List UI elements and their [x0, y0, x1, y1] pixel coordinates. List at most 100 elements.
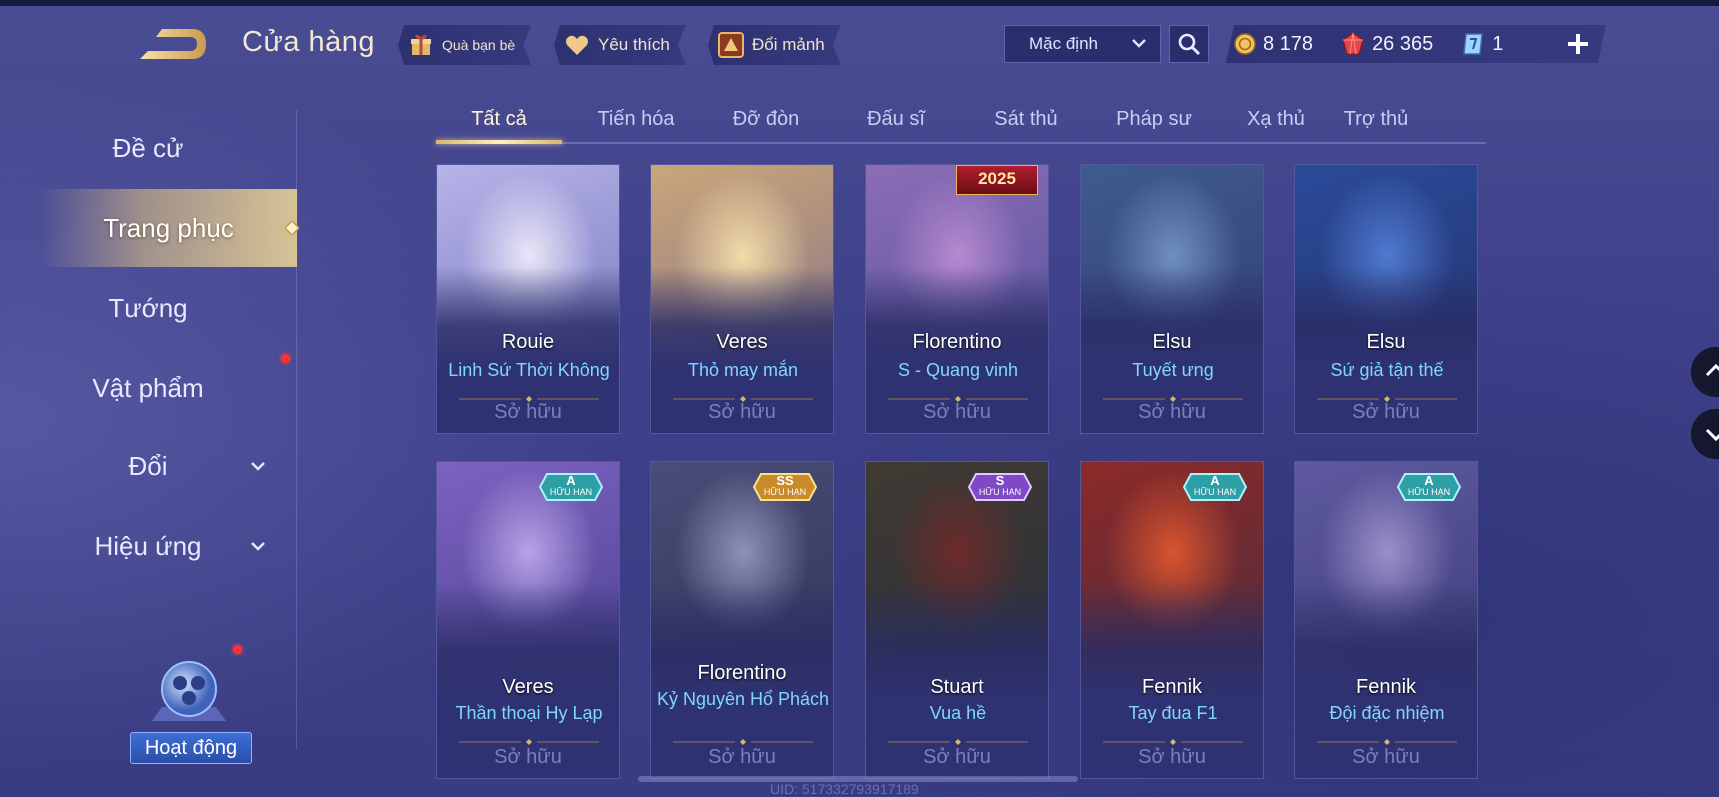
chevron-down-icon	[251, 462, 265, 471]
page-title: Cửa hàng	[242, 26, 376, 58]
chevron-down-icon	[251, 542, 265, 551]
favorite-button[interactable]: Yêu thích	[554, 25, 686, 65]
sidebar-item-recommended[interactable]: Đề cử	[0, 120, 296, 176]
owned-status: Sở hữu	[494, 746, 562, 768]
sort-dropdown[interactable]: Mặc định	[1004, 25, 1161, 63]
shard-exchange-label: Đổi mảnh	[752, 35, 825, 54]
activity-button[interactable]: Hoạt động	[120, 645, 260, 770]
scroll-up-button[interactable]	[1690, 346, 1719, 398]
tab-fighter[interactable]: Đấu sĩ	[836, 97, 956, 141]
owned-status: Sở hữu	[923, 401, 991, 423]
search-button[interactable]	[1169, 25, 1209, 63]
tab-all[interactable]: Tất cả	[436, 97, 562, 141]
rarity-limited-label: HỮU HẠN	[1193, 487, 1237, 497]
skin-card[interactable]: Elsu Sứ giả tận thế Sở hữu	[1294, 164, 1478, 434]
hero-name: Rouie	[501, 331, 555, 353]
gift-icon	[408, 32, 434, 58]
card-divider	[888, 732, 1028, 745]
skin-card[interactable]: A HỮU HẠN Fennik Đội đặc nhiệm Sở hữu	[1294, 461, 1478, 779]
skin-card[interactable]: SS HỮU HẠN Florentino Kỷ Nguyên Hổ Phách Sở …	[650, 461, 834, 779]
sidebar-item-label: Đổi	[128, 450, 168, 481]
tab-support[interactable]: Trợ thủ	[1316, 97, 1436, 141]
skin-name: Kỷ Nguyên Hổ Phách	[656, 689, 830, 709]
skin-card[interactable]: Rouie Linh Sứ Thời Không Sở hữu	[436, 164, 620, 434]
tab-mage[interactable]: Pháp sư	[1094, 97, 1214, 141]
skin-card[interactable]: S HỮU HẠN Stuart Vua hề Sở hữu	[865, 461, 1049, 779]
ticket-icon	[1461, 32, 1485, 56]
red-gem-icon	[1341, 32, 1365, 56]
sort-value: Mặc định	[1029, 34, 1098, 53]
active-diamond-icon	[285, 221, 299, 235]
shard-exchange-button[interactable]: Đổi mảnh	[708, 25, 841, 65]
owned-status: Sở hữu	[494, 401, 562, 423]
chevron-up-icon	[1705, 363, 1719, 377]
sidebar-item-items[interactable]: Vật phẩm	[0, 360, 296, 416]
hero-name: Veres	[716, 331, 768, 353]
tab-assassin[interactable]: Sát thủ	[966, 97, 1086, 141]
plus-icon	[1568, 34, 1588, 54]
notification-dot	[281, 354, 290, 363]
voucher-amount: 26 365	[1372, 32, 1434, 55]
sidebar-item-label: Hiệu ứng	[94, 530, 202, 561]
owned-status: Sở hữu	[708, 401, 776, 423]
skin-name: Sứ giả tận thế	[1330, 360, 1444, 380]
skin-card[interactable]: A HỮU HẠN Fennik Tay đua F1 Sở hữu	[1080, 461, 1264, 779]
rarity-badge: A HỮU HẠN	[538, 472, 604, 502]
skin-card[interactable]: 2025 Florentino S - Quang vinh Sở hữu	[865, 164, 1049, 434]
skin-card[interactable]: Veres Thỏ may mắn Sở hữu	[650, 164, 834, 434]
rarity-rank: A	[1424, 473, 1434, 488]
rarity-rank: S	[995, 473, 1005, 488]
chevron-down-icon	[1705, 428, 1719, 442]
gold-currency: 8 178	[1234, 33, 1313, 56]
favorite-label: Yêu thích	[598, 35, 670, 54]
card-divider	[1103, 732, 1243, 745]
owned-status: Sở hữu	[708, 746, 776, 768]
card-divider	[1103, 389, 1243, 402]
shard-exchange-icon	[718, 32, 744, 58]
card-divider	[673, 732, 813, 745]
skin-name: Tay đua F1	[1128, 703, 1218, 723]
activity-label: Hoạt động	[130, 732, 252, 764]
sidebar-item-effects[interactable]: Hiệu ứng	[0, 518, 296, 574]
owned-status: Sở hữu	[1352, 401, 1420, 423]
skin-name: Linh Sứ Thời Không	[448, 360, 610, 380]
event-year-tag: 2025	[956, 165, 1038, 195]
owned-status: Sở hữu	[1138, 746, 1206, 768]
sidebar-item-label: Tướng	[108, 292, 188, 323]
add-currency-button[interactable]	[1562, 24, 1594, 64]
back-arrow-icon	[140, 29, 206, 59]
card-divider	[1317, 389, 1457, 402]
scroll-down-button[interactable]	[1690, 408, 1719, 460]
rarity-rank: A	[1210, 473, 1220, 488]
friend-gift-label: Quà bạn bè	[442, 37, 516, 53]
token-amount: 1	[1492, 32, 1504, 55]
heart-icon	[564, 32, 590, 58]
hero-name: Florentino	[912, 331, 1002, 353]
top-edge	[0, 0, 1719, 6]
rarity-limited-label: HỮU HẠN	[978, 487, 1022, 497]
skin-name: Vua hề	[929, 703, 987, 723]
rarity-badge: A HỮU HẠN	[1396, 472, 1462, 502]
tab-evolution[interactable]: Tiến hóa	[576, 97, 696, 141]
sidebar-item-skins[interactable]: Trang phục	[40, 189, 299, 267]
activity-orb-icon	[152, 661, 226, 721]
sidebar-item-heroes[interactable]: Tướng	[0, 280, 296, 336]
skin-name: S - Quang vinh	[897, 360, 1019, 380]
card-divider	[459, 389, 599, 402]
rarity-limited-label: HỮU HẠN	[763, 487, 807, 497]
currency-bar: 8 178 26 365 1	[1226, 25, 1606, 63]
skin-card[interactable]: Elsu Tuyết ưng Sở hữu	[1080, 164, 1264, 434]
rarity-rank: SS	[776, 473, 794, 488]
skin-card[interactable]: A HỮU HẠN Veres Thần thoại Hy Lạp Sở hữu	[436, 461, 620, 779]
search-icon	[1178, 33, 1201, 56]
token-currency: 1	[1461, 32, 1503, 56]
friend-gift-button[interactable]: Quà bạn bè	[398, 25, 531, 65]
tab-tank[interactable]: Đỡ đòn	[706, 97, 826, 141]
sidebar-item-exchange[interactable]: Đổi	[0, 438, 296, 494]
skin-name: Tuyết ưng	[1132, 360, 1214, 380]
rarity-rank: A	[566, 473, 576, 488]
owned-status: Sở hữu	[1352, 746, 1420, 768]
hero-name: Elsu	[1152, 331, 1192, 353]
skin-name: Thần thoại Hy Lạp	[455, 703, 603, 723]
back-button[interactable]	[140, 25, 210, 63]
